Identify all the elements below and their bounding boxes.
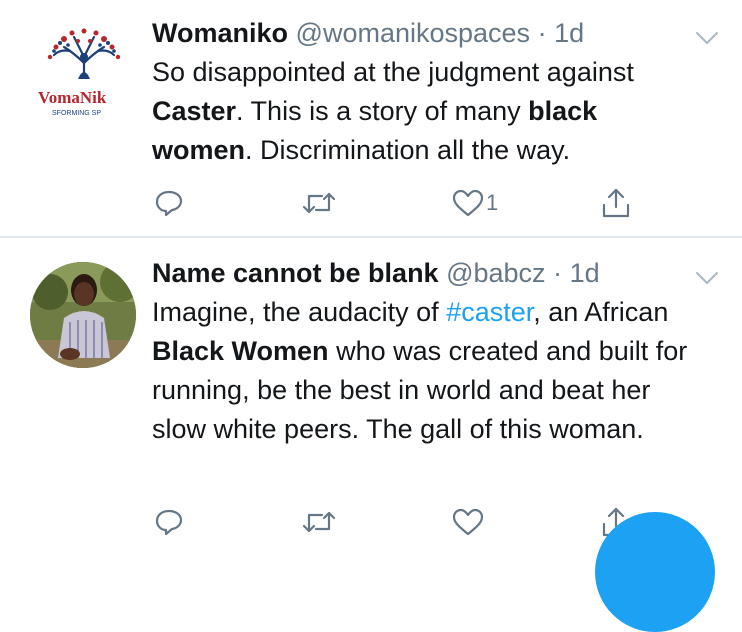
heart-icon — [452, 189, 484, 217]
share-button[interactable] — [600, 183, 632, 223]
display-name[interactable]: Name cannot be blank — [152, 258, 439, 288]
chevron-down-icon[interactable] — [694, 270, 720, 286]
avatar-babcz[interactable] — [30, 262, 136, 368]
svg-text:SFORMING SP: SFORMING SP — [52, 110, 101, 117]
svg-text:VomaNik: VomaNik — [38, 88, 107, 107]
avatar-womaniko[interactable]: VomaNik SFORMING SP — [30, 17, 138, 125]
retweet-button[interactable] — [302, 183, 338, 223]
text-span: So disappointed at the judgment against — [152, 57, 634, 87]
like-button[interactable]: 1 — [452, 183, 498, 223]
timestamp[interactable]: 1d — [570, 258, 600, 288]
reply-button[interactable] — [154, 183, 186, 223]
text-span: , an African — [533, 297, 669, 327]
tweet-womaniko[interactable]: VomaNik SFORMING SP Womaniko @womanikosp… — [0, 0, 742, 236]
tweet-header: Name cannot be blank @babcz · 1d — [152, 256, 702, 290]
tweet-text: So disappointed at the judgment against … — [152, 53, 702, 170]
reply-button[interactable] — [154, 502, 186, 542]
share-icon — [602, 188, 630, 218]
text-span: Imagine, the audacity of — [152, 297, 447, 327]
display-name[interactable]: Womaniko — [152, 18, 288, 48]
timestamp[interactable]: 1d — [554, 18, 584, 48]
tweet-text: Imagine, the audacity of #caster, an Afr… — [152, 293, 702, 449]
tweet-body: Womaniko @womanikospaces · 1d So disappo… — [152, 16, 702, 170]
tweet-actions: 1 — [0, 183, 742, 223]
like-button[interactable] — [452, 502, 486, 542]
separator-dot: · — [553, 258, 563, 288]
user-handle[interactable]: @babcz — [446, 258, 545, 288]
retweet-button[interactable] — [302, 502, 338, 542]
retweet-icon — [302, 192, 336, 214]
user-handle[interactable]: @womanikospaces — [296, 18, 531, 48]
womaniko-logo: VomaNik SFORMING SP — [38, 28, 121, 117]
hashtag-link[interactable]: #caster — [446, 297, 533, 327]
compose-tweet-button[interactable] — [595, 512, 715, 632]
tweet-babcz[interactable]: Name cannot be blank @babcz · 1d Imagine… — [0, 238, 742, 537]
profile-photo — [30, 262, 136, 368]
bold-text-span: Caster — [152, 96, 237, 126]
text-span: . Discrimination all the way. — [245, 135, 571, 165]
chevron-down-icon[interactable] — [694, 30, 720, 46]
text-span: . This is a story of many — [236, 96, 529, 126]
tweet-body: Name cannot be blank @babcz · 1d Imagine… — [152, 256, 702, 449]
separator-dot: · — [537, 18, 547, 48]
tweet-header: Womaniko @womanikospaces · 1d — [152, 16, 702, 50]
bold-text-span: Black Women — [152, 336, 329, 366]
like-count: 1 — [486, 190, 499, 215]
reply-icon — [155, 190, 183, 217]
